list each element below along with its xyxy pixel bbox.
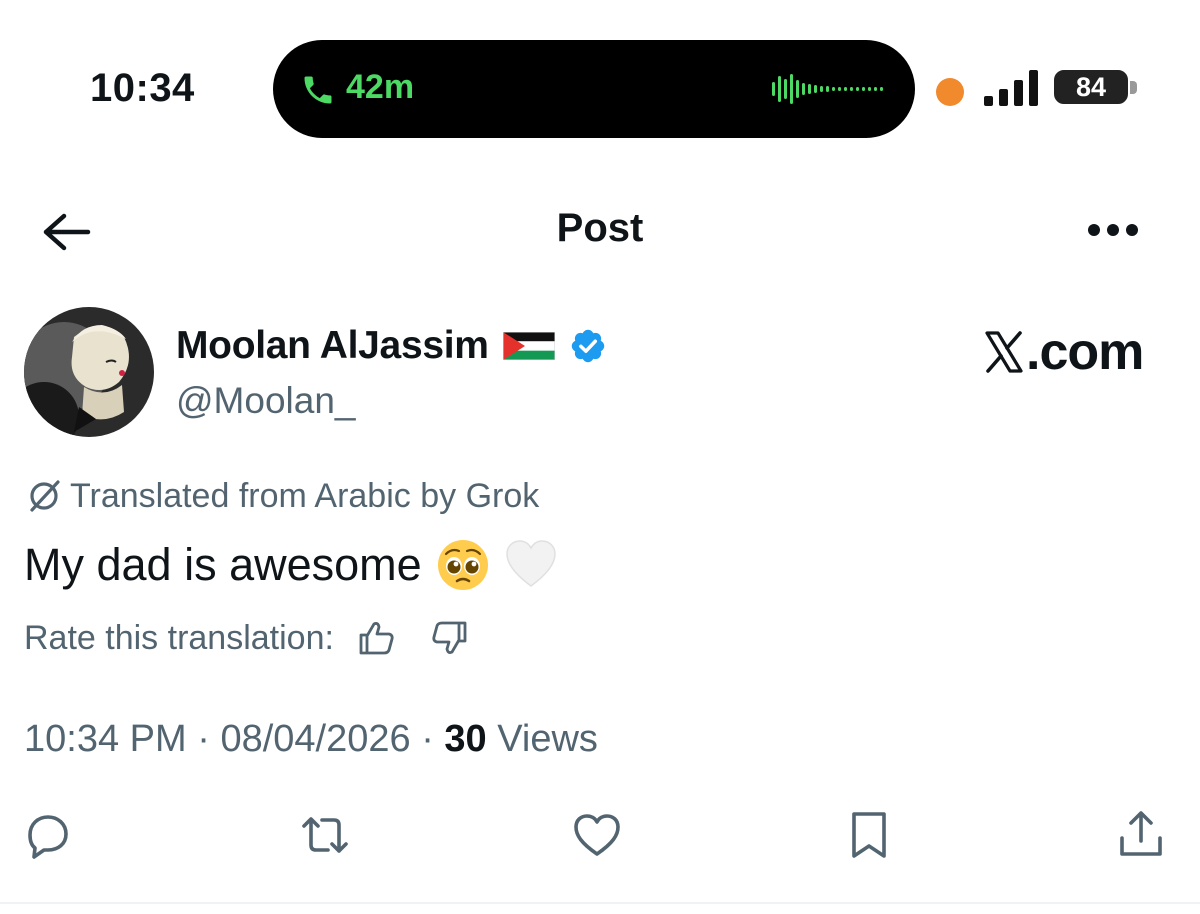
cellular-signal-icon	[984, 70, 1038, 106]
white-heart-emoji	[505, 540, 556, 587]
author-handle[interactable]: @Moolan_	[176, 380, 356, 422]
rate-translation-label: Rate this translation:	[24, 618, 334, 657]
post-date[interactable]: 08/04/2026	[220, 718, 410, 760]
post-body: My dad is awesome	[24, 538, 558, 592]
reply-icon[interactable]	[20, 808, 74, 862]
battery-icon: 84	[1054, 70, 1140, 108]
audio-waveform-icon	[772, 74, 883, 104]
author-name-row[interactable]: Moolan AlJassim	[176, 322, 607, 370]
translation-note-text: Translated from Arabic by Grok	[70, 476, 540, 515]
battery-level: 84	[1075, 72, 1107, 102]
palestine-flag-icon	[502, 332, 555, 360]
thumbs-down-icon[interactable]	[430, 618, 470, 658]
repost-icon[interactable]	[298, 808, 352, 862]
like-icon[interactable]	[570, 808, 624, 862]
bookmark-icon[interactable]	[842, 808, 896, 862]
post-meta: 10:34 PM · 08/04/2026 · 30 Views	[24, 718, 598, 761]
verified-badge-icon[interactable]	[569, 327, 607, 365]
meta-separator: ·	[421, 718, 434, 760]
x-com-watermark: .com	[984, 322, 1144, 382]
grok-icon	[30, 480, 60, 512]
views-label[interactable]: Views	[497, 718, 598, 760]
recording-indicator-dot	[936, 78, 964, 106]
author-display-name[interactable]: Moolan AlJassim	[176, 324, 489, 368]
share-icon[interactable]	[1114, 808, 1168, 862]
arrow-left-icon[interactable]	[40, 210, 92, 254]
meta-separator: ·	[197, 718, 210, 760]
post-text: My dad is awesome	[24, 539, 422, 590]
rate-translation: Rate this translation:	[24, 618, 470, 658]
x-logo-icon	[985, 331, 1023, 373]
status-bar-time: 10:34	[90, 66, 195, 110]
translation-note: Translated from Arabic by Grok	[24, 476, 539, 516]
phone-call-icon	[304, 76, 332, 104]
views-count[interactable]: 30	[444, 718, 486, 760]
divider	[0, 902, 1200, 904]
avatar[interactable]	[24, 307, 154, 437]
more-dots-icon[interactable]	[1086, 222, 1140, 238]
thumbs-up-icon[interactable]	[356, 618, 396, 658]
call-duration: 42m	[346, 68, 415, 106]
page-title: Post	[556, 206, 644, 250]
watermark-text: .com	[1026, 323, 1144, 381]
pleading-face-emoji	[437, 540, 488, 590]
post-time[interactable]: 10:34 PM	[24, 718, 187, 760]
